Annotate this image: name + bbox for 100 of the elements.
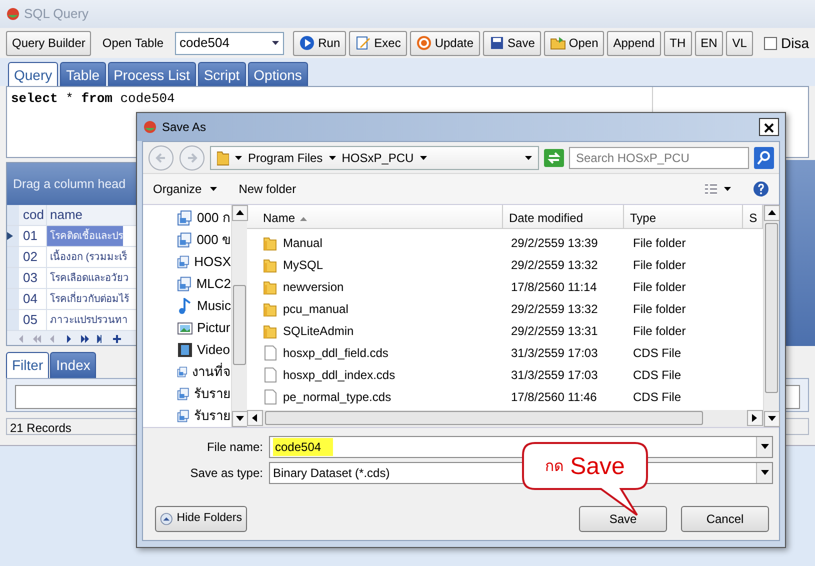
- row-pointer-icon: [7, 232, 13, 240]
- next-page-icon[interactable]: [81, 335, 89, 343]
- file-row[interactable]: Manual 29/2/2559 13:39 File folder: [247, 232, 763, 254]
- file-row[interactable]: pe_normal_type.cds 17/8/2560 11:46 CDS File: [247, 386, 763, 408]
- scroll-arrow-button[interactable]: [764, 205, 780, 221]
- scroll-arrow-button[interactable]: [764, 411, 780, 427]
- library-icon: [177, 254, 190, 270]
- play-icon: [299, 35, 316, 51]
- checkbox[interactable]: [764, 36, 777, 50]
- nav-item[interactable]: Pictur: [177, 317, 231, 339]
- collapse-icon: [160, 511, 173, 527]
- dropdown-arrow-icon: [525, 156, 532, 160]
- app-icon: [143, 120, 157, 134]
- scroll-arrow-button[interactable]: [232, 411, 248, 427]
- scrollbar-thumb[interactable]: [265, 411, 703, 425]
- film-strip-icon: [177, 342, 193, 358]
- tab[interactable]: Query: [8, 62, 58, 86]
- add-record-icon[interactable]: [113, 335, 121, 343]
- column-header[interactable]: cod: [19, 205, 47, 225]
- open-table-label: Open Table: [102, 35, 164, 52]
- toolbar-button[interactable]: VL: [726, 30, 753, 56]
- refresh-icon[interactable]: [544, 148, 564, 166]
- nav-item[interactable]: 000 ข: [177, 229, 231, 251]
- search-icon[interactable]: [754, 146, 774, 168]
- toolbar-button[interactable]: EN: [694, 30, 724, 56]
- document-icon: [263, 389, 277, 405]
- column-header[interactable]: name: [47, 205, 83, 225]
- sort-arrow-icon: [300, 216, 308, 221]
- view-options-icon[interactable]: [705, 184, 731, 194]
- toolbar-button[interactable]: Open: [544, 30, 604, 56]
- library-icon: [177, 386, 190, 402]
- file-row[interactable]: pcu_manual 29/2/2559 13:32 File folder: [247, 298, 763, 320]
- arrow-icon: [768, 209, 776, 217]
- table-combo[interactable]: code504: [174, 32, 284, 54]
- scrollbar-thumb[interactable]: [765, 223, 778, 393]
- nav-item[interactable]: Music: [177, 295, 231, 317]
- command-button[interactable]: New folder: [238, 180, 296, 198]
- folder-icon: [263, 235, 277, 251]
- folder-icon: [263, 323, 277, 339]
- tab[interactable]: Filter: [6, 352, 50, 378]
- tab[interactable]: Table: [60, 62, 106, 86]
- table-cell: 03: [19, 268, 47, 288]
- dropdown-button[interactable]: [756, 437, 772, 457]
- library-icon: [177, 276, 192, 292]
- nav-item[interactable]: 000 ก: [177, 207, 231, 229]
- folder-icon: [263, 301, 277, 317]
- arrow-icon: [760, 469, 768, 477]
- field-label: Save as type:: [189, 465, 263, 482]
- toolbar-button[interactable]: Query Builder: [6, 30, 92, 56]
- nav-item[interactable]: MLC2: [177, 273, 231, 295]
- field-label: File name:: [206, 439, 263, 456]
- column-header[interactable]: Name: [247, 205, 503, 228]
- toolbar-button[interactable]: Exec: [349, 30, 407, 56]
- nav-item[interactable]: รับราย: [177, 383, 231, 405]
- tab[interactable]: Process List: [108, 62, 196, 86]
- column-header[interactable]: Type: [624, 205, 744, 228]
- nav-item[interactable]: งานที่จ: [177, 361, 231, 383]
- tab[interactable]: Options: [248, 62, 308, 86]
- search-field[interactable]: Search HOSxP_PCU: [569, 146, 749, 168]
- tab[interactable]: Script: [198, 62, 246, 86]
- file-row[interactable]: SQLiteAdmin 29/2/2559 13:31 File folder: [247, 320, 763, 342]
- file-row[interactable]: MySQL 29/2/2559 13:32 File folder: [247, 254, 763, 276]
- scrollbar-thumb[interactable]: [233, 285, 246, 365]
- file-row[interactable]: hosxp_ddl_field.cds 31/3/2559 17:03 CDS File: [247, 342, 763, 364]
- toolbar-button[interactable]: Append: [607, 30, 661, 56]
- close-icon: [764, 123, 774, 134]
- address-bar[interactable]: Program Files HOSxP_PCU: [210, 146, 539, 170]
- dropdown-button[interactable]: [756, 463, 772, 483]
- file-row[interactable]: hosxp_ddl_index.cds 31/3/2559 17:03 CDS File: [247, 364, 763, 386]
- tab[interactable]: Index: [50, 352, 96, 378]
- scroll-arrow-button[interactable]: [247, 410, 263, 426]
- arrow-icon: [236, 209, 244, 217]
- arrow-icon: [751, 414, 759, 422]
- nav-item[interactable]: HOSX: [177, 251, 231, 273]
- toolbar-button[interactable]: Save: [482, 30, 541, 56]
- scroll-arrow-button[interactable]: [747, 410, 763, 426]
- group-by-hint: Drag a column head: [7, 163, 136, 205]
- file-row[interactable]: newversion 17/8/2560 11:14 File folder: [247, 276, 763, 298]
- command-button[interactable]: Organize: [153, 180, 217, 198]
- save-button[interactable]: Save: [579, 506, 667, 532]
- dropdown-arrow-icon: [420, 156, 427, 160]
- arrow-icon: [760, 443, 768, 451]
- column-header[interactable]: Date modified: [502, 205, 624, 228]
- toolbar-button[interactable]: Update: [410, 30, 480, 56]
- nav-item[interactable]: Video: [177, 339, 231, 361]
- column-header[interactable]: S: [743, 205, 763, 228]
- document-icon: [263, 367, 277, 383]
- close-button[interactable]: [759, 118, 779, 136]
- library-icon: [177, 408, 190, 424]
- toolbar-button[interactable]: TH: [664, 30, 692, 56]
- scroll-arrow-button[interactable]: [232, 205, 248, 221]
- breadcrumb-item[interactable]: HOSxP_PCU: [342, 148, 414, 166]
- hide-folders-button[interactable]: Hide Folders: [155, 506, 247, 532]
- help-icon[interactable]: [753, 181, 769, 197]
- library-icon: [177, 364, 188, 380]
- dropdown-arrow-icon: [235, 156, 242, 160]
- next-record-icon[interactable]: [65, 335, 73, 343]
- toolbar-button[interactable]: Run: [293, 30, 346, 56]
- breadcrumb-item[interactable]: Program Files: [248, 148, 323, 166]
- cancel-button[interactable]: Cancel: [681, 506, 769, 532]
